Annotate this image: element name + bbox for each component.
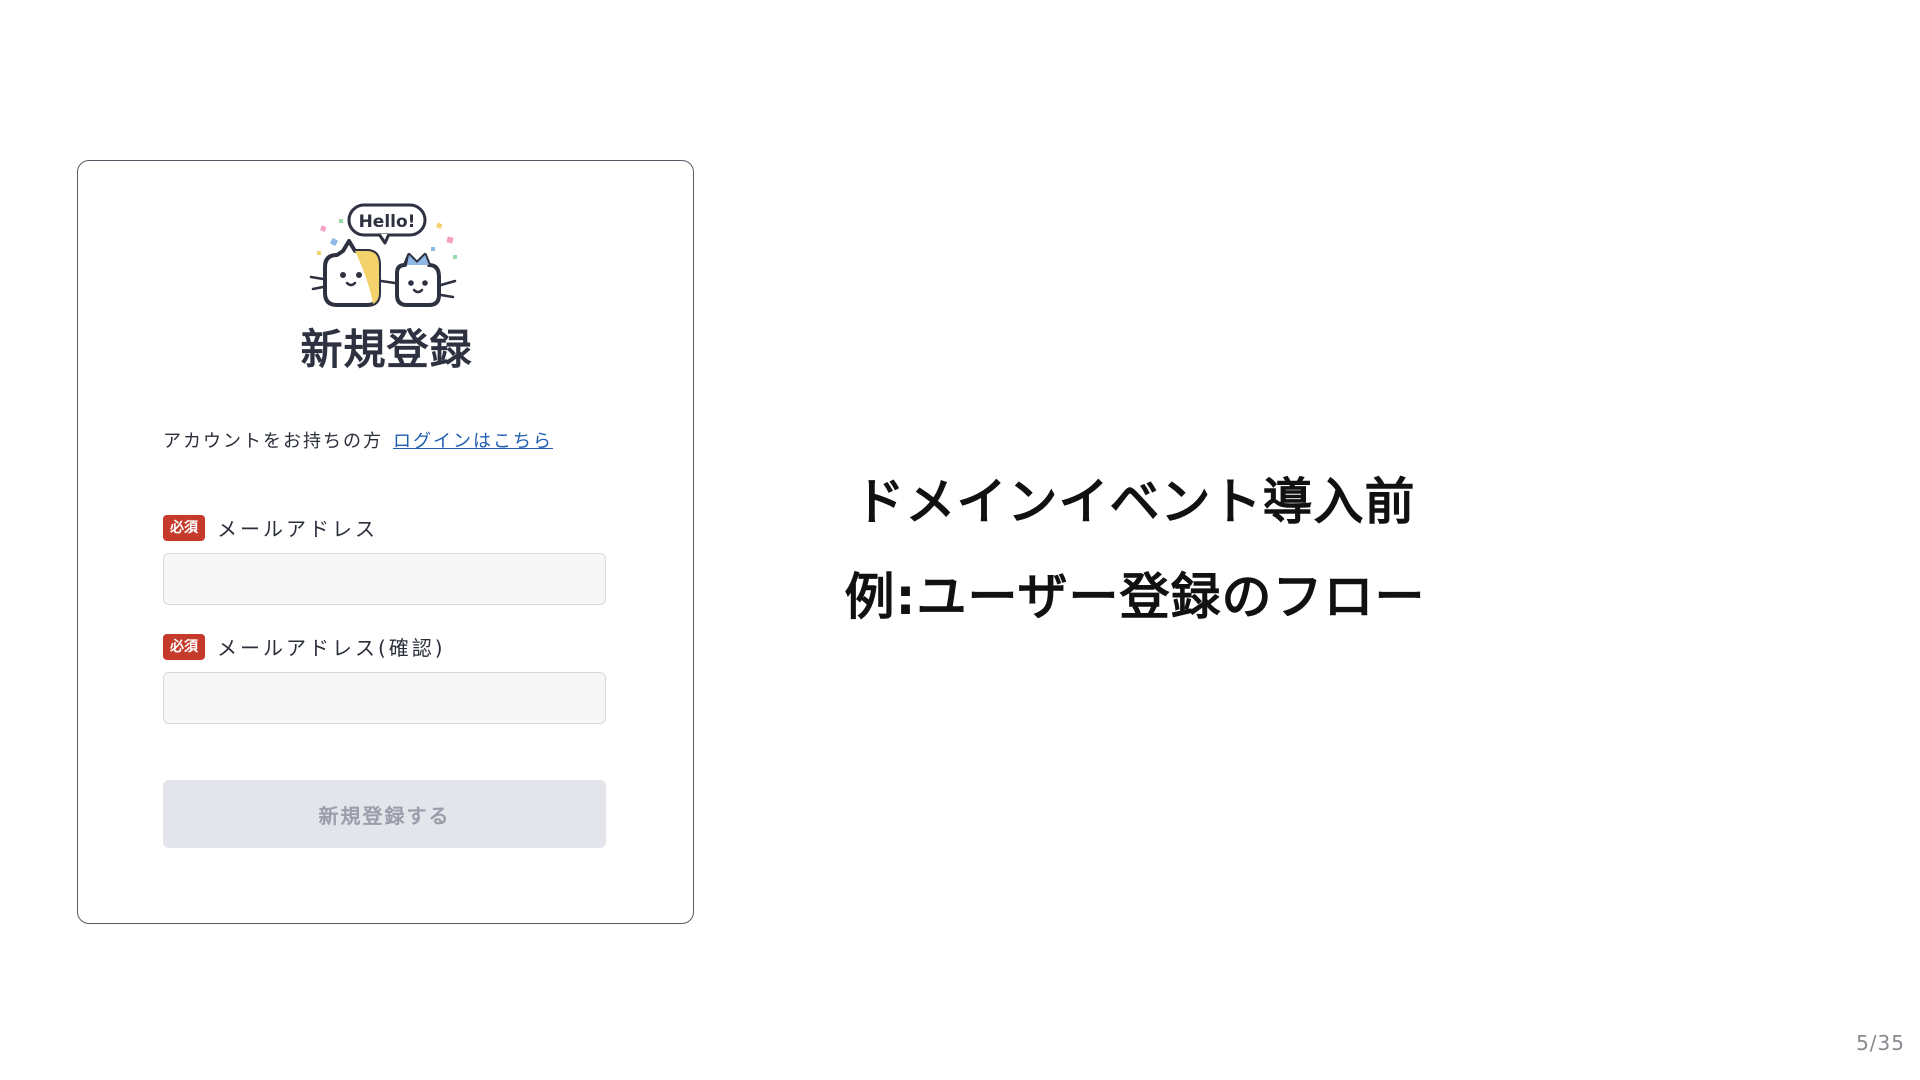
logo-hello-text: Hello! [359,212,416,232]
login-prompt-text: アカウントをお持ちの方 [163,431,383,452]
hello-cats-logo-icon: Hello! [309,203,457,307]
email-confirm-input[interactable] [163,672,606,724]
email-confirm-label-text: メールアドレス(確認) [217,636,446,660]
page-title: 新規登録 [300,325,473,374]
email-field-label: 必須 メールアドレス [163,513,378,542]
signup-submit-button[interactable]: 新規登録する [163,780,606,848]
email-confirm-field-label: 必須 メールアドレス(確認) [163,632,446,661]
slide-headline-2: 例:ユーザー登録のフロー [844,568,1426,626]
login-prompt-row: アカウントをお持ちの方 ログインはこちら [163,427,553,453]
required-badge: 必須 [163,633,205,660]
login-link[interactable]: ログインはこちら [393,431,553,452]
signup-card: Hello! 新規登録 アカウントをお持ちの方 ログインはこちら 必須 メールアド… [77,160,694,924]
slide-headline-1: ドメインイベント導入前 [854,473,1416,531]
required-badge: 必須 [163,514,205,541]
email-input[interactable] [163,553,606,605]
email-label-text: メールアドレス [217,517,378,541]
page-number: 5/35 [1856,1031,1905,1055]
